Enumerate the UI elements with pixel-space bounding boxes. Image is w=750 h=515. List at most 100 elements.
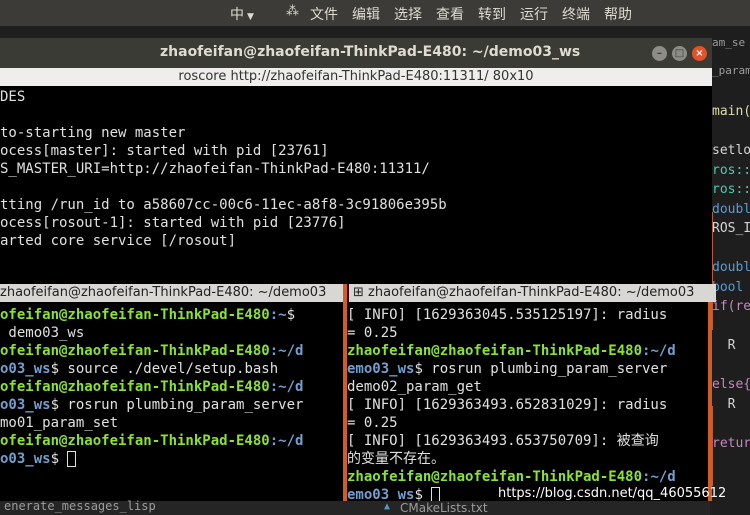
terminal-line: ocess[master]: started with pid [23761] [0,143,329,159]
terminal-line: 的变量不存在。 [347,451,445,467]
menu-item[interactable]: 查看 [436,4,464,24]
code-line: R [712,396,736,412]
code-line: R [712,338,736,353]
background-text: enerate_messages_lisp [4,499,156,513]
prompt-user: ofeifan@zhaofeifan-ThinkPad-E480 [0,379,270,395]
menu-item[interactable]: 文件 [310,4,338,24]
pane-header-label: zhaofeifan@zhaofeifan-ThinkPad-E480: ~/d… [0,285,327,300]
prompt-path: o03_ws [0,397,51,413]
terminal-pane-top[interactable]: DES to-starting new master ocess[master]: … [0,86,712,284]
prompt-user: zhaofeifan@zhaofeifan-ThinkPad-E480 [347,343,643,359]
prompt-user: ofeifan@zhaofeifan-ThinkPad-E480 [0,343,270,359]
background-code-editor: am_se _param main(setlo ros:: ros:: doubl RO… [710,26,750,515]
terminal-line: ofeifan@zhaofeifan-ThinkPad-E480:~/d [0,378,303,396]
terminal-line: ofeifan@zhaofeifan-ThinkPad-E480:~$ [0,306,295,324]
pane-header-left[interactable]: zhaofeifan@zhaofeifan-ThinkPad-E480: ~/d… [0,284,343,302]
network-icon[interactable]: ⁂ [286,4,299,19]
terminal-line: = 0.25 [347,325,398,341]
terminal-line: ocess[rosout-1]: started with pid [23776… [0,215,346,231]
code-line: else{ [712,377,750,392]
minimize-icon[interactable]: – [652,46,667,61]
code-line: bool [712,279,744,295]
prompt-path: :~ [269,307,287,323]
terminal-line: demo02_param_get [347,379,482,395]
text-cursor [431,487,441,501]
command-text: $ rosrun plumbing_param_server [414,361,668,377]
code-line: ROS_I [712,221,750,236]
menu-item[interactable]: 编辑 [352,4,380,24]
prompt-path: o03_ws [0,361,51,377]
command-text: $ [286,307,296,323]
terminal-line: ofeifan@zhaofeifan-ThinkPad-E480:~/d [0,432,303,450]
terminal-line: ofeifan@zhaofeifan-ThinkPad-E480:~/d [0,342,303,360]
app-menu: 文件 编辑 选择 查看 转到 运行 终端 帮助 [310,4,632,24]
terminal-line: demo03_ws [0,325,85,341]
pane-title: roscore http://zhaofeifan-ThinkPad-E480:… [0,68,712,86]
code-line: main( [712,104,750,119]
command-text: $ [414,487,432,501]
prompt-path: :~/d [269,379,304,395]
prompt-path: :~/d [269,343,304,359]
terminal-line: zhaofeifan@zhaofeifan-ThinkPad-E480:~/d [347,342,676,360]
code-line: ros:: [712,182,750,197]
terminal-line: = 0.25 [347,415,398,431]
file-tree-item[interactable]: CMakeLists.txt [400,501,488,515]
window-titlebar[interactable]: zhaofeifan@zhaofeifan-ThinkPad-E480: ~/d… [0,38,712,68]
terminal-line: zhaofeifan@zhaofeifan-ThinkPad-E480:~/d [347,468,676,486]
command-text: $ [50,451,68,467]
terminal-line: DES [0,89,26,105]
terminal-icon: ⊞ [353,285,364,300]
prompt-path: :~/d [642,469,676,485]
background-editor-bottom: enerate_messages_lisp ▲ CMakeLists.txt [0,499,710,515]
terminal-line: o03_ws$ rosrun plumbing_param_server [0,396,303,414]
menu-item[interactable]: 帮助 [604,4,632,24]
terminal-line: [ INFO] [1629363493.653750709]: 被查询 [347,433,659,449]
editor-tab[interactable]: am_se [712,36,745,49]
watermark: https://blog.csdn.net/qq_46055612 [498,486,727,501]
terminal-line: [ INFO] [1629363045.535125197]: radius [347,307,668,323]
terminal-line: o03_ws$ [0,450,77,468]
text-cursor [67,451,77,467]
prompt-path: emo03_ws [347,487,415,501]
prompt-path: :~/d [642,343,676,359]
menu-item[interactable]: 运行 [520,4,548,24]
pane-border [708,302,712,501]
top-menu-bar: 中 ▼ ⁂ 文件 编辑 选择 查看 转到 运行 终端 帮助 [0,0,750,26]
terminal-line: to-starting new master [0,125,186,141]
prompt-user: ofeifan@zhaofeifan-ThinkPad-E480 [0,433,270,449]
input-method-indicator[interactable]: 中 ▼ [230,4,254,24]
code-line: doubl [712,260,750,275]
cmake-file-icon: ▲ [384,501,391,512]
code-line: retur [712,435,750,451]
terminal-line: o03_ws$ source ./devel/setup.bash [0,360,278,378]
code-line: ros:: [712,162,750,178]
terminal-window: zhaofeifan@zhaofeifan-ThinkPad-E480: ~/d… [0,38,716,501]
menu-item[interactable]: 选择 [394,4,422,24]
command-text: $ source ./devel/setup.bash [50,361,279,377]
close-icon[interactable]: × [692,46,707,61]
editor-tab[interactable]: _param [712,64,750,77]
prompt-path: o03_ws [0,451,51,467]
terminal-pane-left[interactable]: ofeifan@zhaofeifan-ThinkPad-E480:~$ demo… [0,302,343,501]
chevron-down-icon: ▼ [247,12,254,22]
terminal-line: [ INFO] [1629363493.652831029]: radius [347,397,668,413]
terminal-line: tting /run_id to a58607cc-00c6-11ec-a8f8… [0,197,447,213]
code-line: if(re [712,299,750,314]
menu-item[interactable]: 转到 [478,4,506,24]
prompt-user: ofeifan@zhaofeifan-ThinkPad-E480 [0,307,270,323]
terminal-line: emo03_ws$ rosrun plumbing_param_server [347,360,667,378]
terminal-line: mo01_param_set [0,415,119,431]
command-text: $ rosrun plumbing_param_server [50,397,304,413]
terminal-line: emo03_ws$ [347,486,441,501]
pane-header-label: zhaofeifan@zhaofeifan-ThinkPad-E480: ~/d… [368,285,695,300]
menu-item[interactable]: 终端 [562,4,590,24]
pane-header-right[interactable]: ⊞ zhaofeifan@zhaofeifan-ThinkPad-E480: ~… [349,284,716,302]
terminal-pane-right[interactable]: [ INFO] [1629363045.535125197]: radius = … [347,302,712,501]
prompt-user: zhaofeifan@zhaofeifan-ThinkPad-E480 [347,469,643,485]
terminal-line: arted core service [/rosout] [0,233,237,249]
window-title: zhaofeifan@zhaofeifan-ThinkPad-E480: ~/d… [160,44,581,60]
prompt-path: :~/d [269,433,304,449]
code-line: setlo [712,143,750,158]
code-line: doubl [712,201,750,217]
maximize-icon[interactable]: □ [672,46,687,61]
